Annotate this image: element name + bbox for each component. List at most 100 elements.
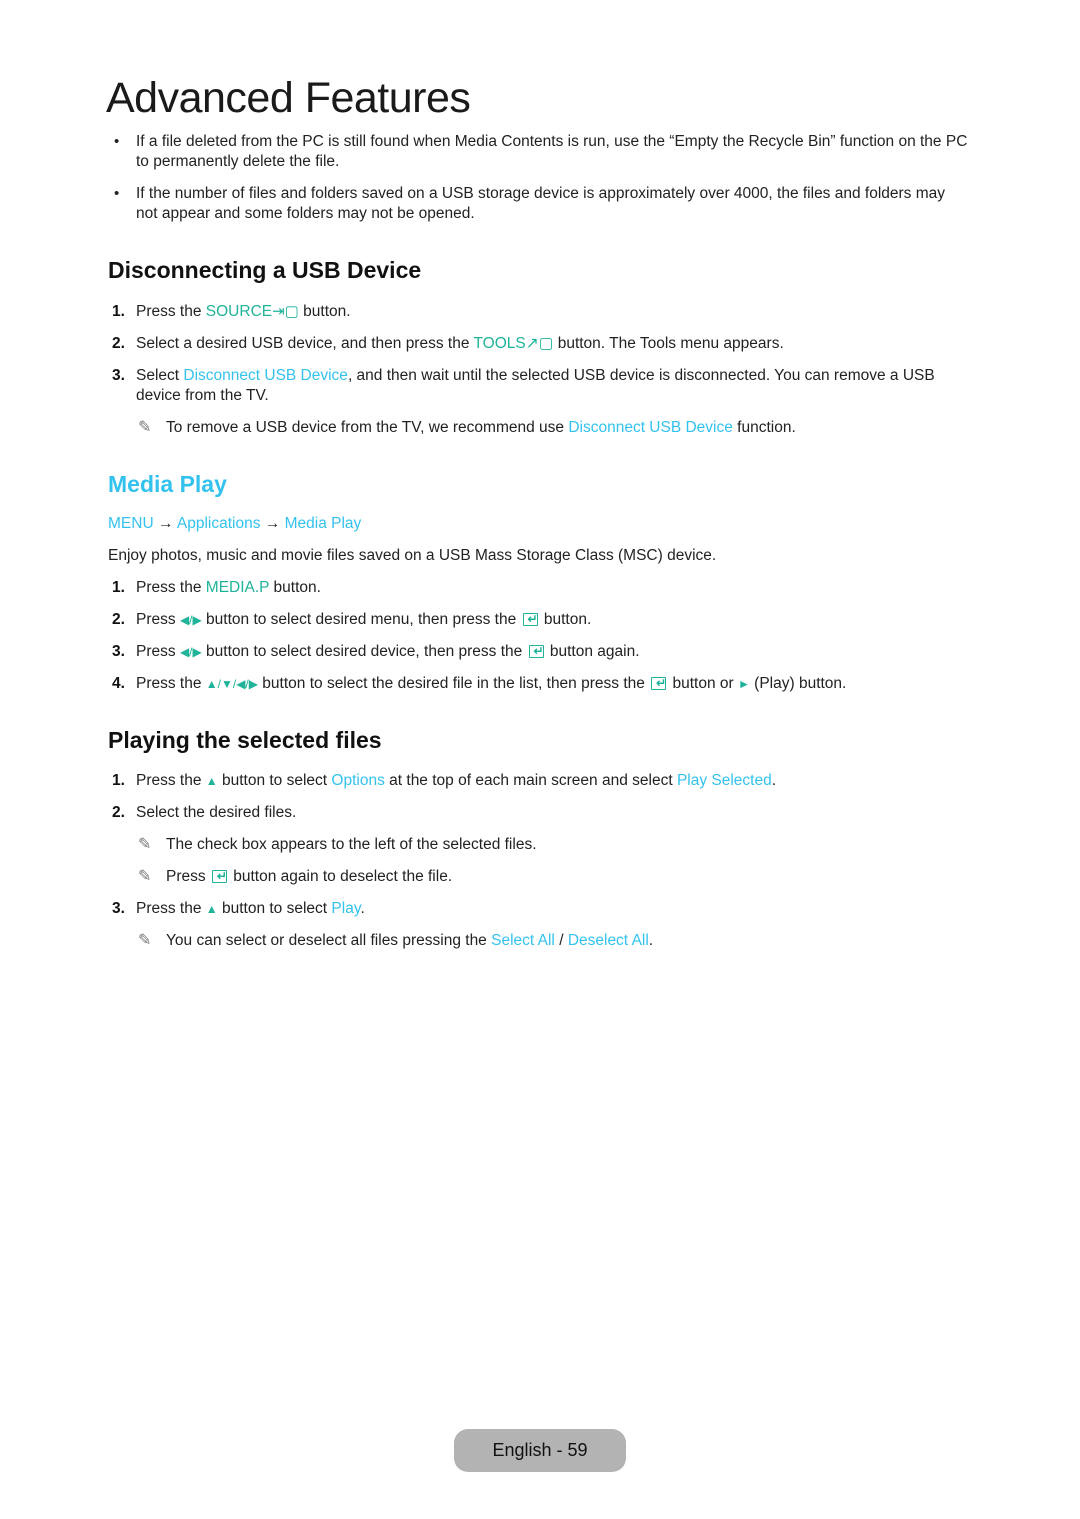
step-text: Press the (136, 900, 206, 917)
step-text: Press (136, 611, 180, 628)
note-item: ✎ Press button again to deselect the file… (108, 866, 968, 887)
step-text: at the top of each main screen and selec… (384, 772, 677, 789)
select-all-link[interactable]: Select All (491, 932, 555, 949)
step-item: 3. Press the ▲ button to select Play. (108, 899, 968, 919)
step-text: button. (298, 303, 351, 320)
step-text: button or (668, 675, 738, 692)
note-item: ✎ To remove a USB device from the TV, we … (108, 418, 968, 438)
step-list: 1. Press the MEDIA.P button. 2. Press ◀/▶ … (108, 578, 968, 694)
enter-icon (522, 609, 538, 629)
up-arrow-icon: ▲ (205, 774, 218, 788)
left-right-arrows-icon: ◀/▶ (179, 645, 202, 659)
note-text: function. (732, 419, 796, 436)
step-item: 1. Press the SOURCE⇥▢ button. (108, 302, 968, 322)
bullet-text: If a file deleted from the PC is still f… (136, 133, 968, 170)
bullet-item: • If the number of files and folders save… (108, 184, 968, 224)
step-list: 1. Press the ▲ button to select Options a… (108, 771, 968, 951)
step-item: 2. Select a desired USB device, and then … (108, 334, 968, 354)
step-item: 3. Select Disconnect USB Device, and then… (108, 366, 968, 406)
note-item: ✎ The check box appears to the left of th… (108, 835, 968, 855)
breadcrumb-arrow-icon: → (157, 515, 174, 532)
step-text: button to select desired menu, then pres… (201, 611, 521, 628)
note-text: The check box appears to the left of the… (166, 836, 537, 853)
direction-arrows-icon: ▲/▼/◀/▶ (205, 677, 258, 691)
disconnect-usb-device-link[interactable]: Disconnect USB Device (183, 367, 348, 384)
breadcrumb-media-play[interactable]: Media Play (285, 515, 362, 532)
bullet-icon: • (114, 185, 120, 202)
deselect-all-link[interactable]: Deselect All (568, 932, 649, 949)
page-title: Advanced Features (106, 74, 471, 122)
section-disconnect-usb: Disconnecting a USB Device 1. Press the S… (108, 256, 968, 438)
section-heading: Playing the selected files (108, 727, 382, 753)
note-text: button again to deselect the file. (228, 868, 453, 885)
step-text: button. The Tools menu appears. (553, 335, 784, 352)
tools-icon: ↗▢ (525, 335, 554, 352)
note-pencil-icon: ✎ (138, 932, 152, 949)
source-key-label: SOURCE (205, 303, 273, 320)
step-text: button. (269, 579, 321, 596)
bullet-item: • If a file deleted from the PC is still … (108, 132, 968, 172)
step-number: 1. (112, 579, 125, 596)
step-number: 2. (112, 611, 125, 628)
step-text: button to select desired device, then pr… (201, 643, 527, 660)
step-number: 2. (112, 335, 125, 352)
note-text: Press (166, 868, 210, 885)
options-link[interactable]: Options (331, 772, 384, 789)
step-number: 3. (112, 900, 125, 917)
section-heading: Disconnecting a USB Device (108, 257, 422, 283)
note-pencil-icon: ✎ (138, 836, 152, 853)
step-item: 2. Select the desired files. (108, 803, 968, 823)
step-text: (Play) button. (749, 675, 847, 692)
step-number: 1. (112, 772, 125, 789)
page-number-badge: English - 59 (454, 1429, 626, 1472)
note-pencil-icon: ✎ (138, 419, 152, 436)
step-item: 2. Press ◀/▶ button to select desired men… (108, 609, 968, 630)
bullet-text: If the number of files and folders saved… (136, 185, 946, 222)
up-arrow-icon: ▲ (205, 902, 218, 916)
step-number: 3. (112, 367, 125, 384)
step-item: 1. Press the MEDIA.P button. (108, 578, 968, 598)
note-text: To remove a USB device from the TV, we r… (166, 419, 569, 436)
breadcrumb-applications[interactable]: Applications (177, 515, 261, 532)
step-text: button to select the desired file in the… (258, 675, 650, 692)
step-text: . (360, 900, 365, 917)
play-selected-link[interactable]: Play Selected (677, 772, 772, 789)
step-item: 4. Press the ▲/▼/◀/▶ button to select the… (108, 673, 968, 694)
play-icon: ► (737, 677, 750, 691)
step-text: button. (539, 611, 592, 628)
tools-key-label: TOOLS (473, 335, 526, 352)
section-media-play: Media Play MENU → Applications → Media P… (108, 470, 968, 694)
section-description: Enjoy photos, music and movie files save… (108, 547, 717, 564)
source-icon: ⇥▢ (272, 303, 299, 320)
step-text: Press the (136, 303, 206, 320)
media-p-key-label: MEDIA.P (205, 579, 270, 596)
note-text: You can select or deselect all files pre… (166, 932, 492, 949)
menu-path-breadcrumb: MENU → Applications → Media Play (108, 514, 968, 534)
intro-bullet-list: • If a file deleted from the PC is still … (108, 132, 968, 236)
step-text: Press the (136, 772, 206, 789)
disconnect-usb-device-link[interactable]: Disconnect USB Device (568, 419, 733, 436)
step-text: Press (136, 643, 180, 660)
play-link[interactable]: Play (331, 900, 360, 917)
step-item: 1. Press the ▲ button to select Options a… (108, 771, 968, 791)
step-text: Press the (136, 579, 206, 596)
step-text: button again. (545, 643, 640, 660)
step-item: 3. Press ◀/▶ button to select desired dev… (108, 641, 968, 662)
separator: / (554, 932, 568, 949)
step-number: 1. (112, 303, 125, 320)
note-item: ✎ You can select or deselect all files pr… (108, 931, 968, 951)
enter-icon (651, 673, 667, 693)
left-right-arrows-icon: ◀/▶ (179, 613, 202, 627)
step-text: button to select (217, 772, 332, 789)
step-number: 4. (112, 675, 125, 692)
step-text: Select the desired files. (136, 804, 297, 821)
breadcrumb-arrow-icon: → (264, 515, 281, 532)
step-number: 3. (112, 643, 125, 660)
step-text: Press the (136, 675, 206, 692)
enter-icon (211, 866, 227, 886)
note-pencil-icon: ✎ (138, 868, 152, 885)
bullet-icon: • (114, 133, 120, 150)
step-text: . (771, 772, 777, 789)
note-text: . (648, 932, 654, 949)
breadcrumb-menu[interactable]: MENU (108, 515, 154, 532)
